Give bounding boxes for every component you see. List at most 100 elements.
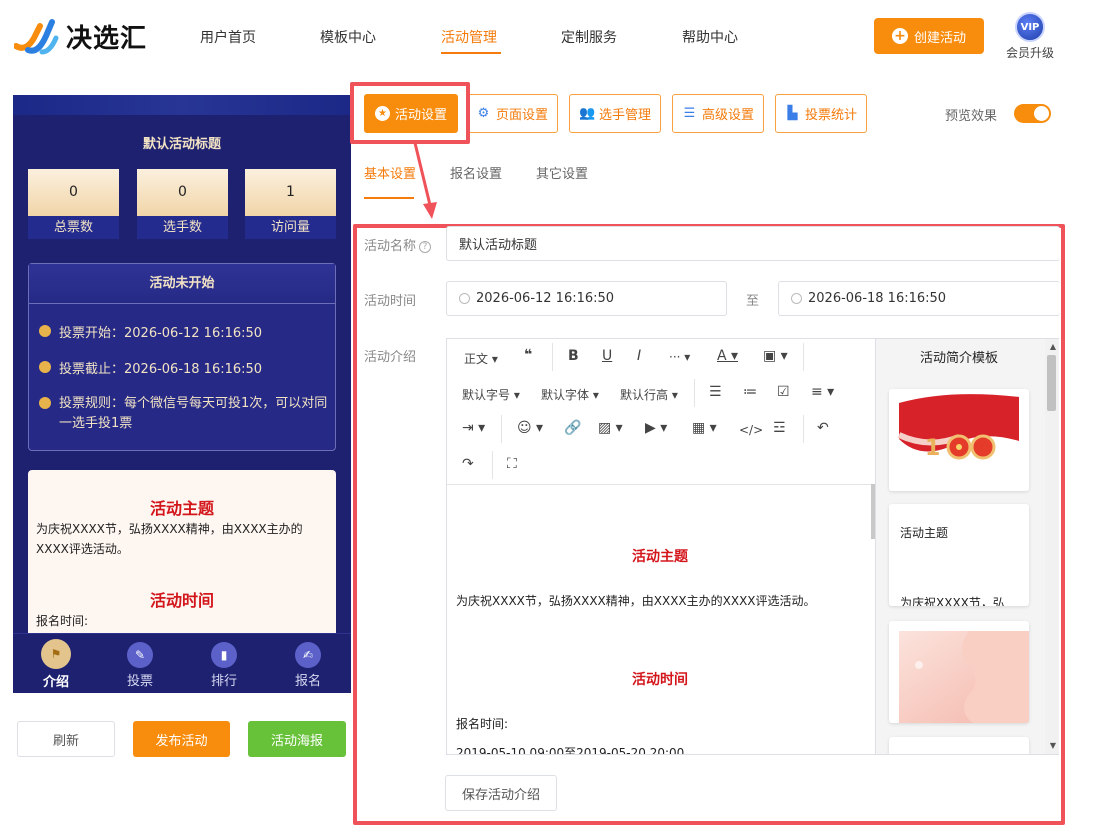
font-family-select[interactable]: 默认字体 ▾ <box>541 386 599 403</box>
tab-contestant-management[interactable]: 👥 选手管理 <box>569 94 661 133</box>
stat-visits: 1 访问量 <box>245 169 336 239</box>
scroll-up-icon[interactable]: ▲ <box>1050 342 1056 351</box>
status-title: 活动未开始 <box>29 264 335 304</box>
mobile-preview: 默认活动标题 0 总票数 0 选手数 1 访问量 活动未开始 投票开始：2026… <box>13 95 351 693</box>
publish-button[interactable]: 发布活动 <box>133 721 230 757</box>
scroll-down-icon[interactable]: ▼ <box>1050 741 1056 750</box>
font-color-icon[interactable]: A ▾ <box>717 348 738 364</box>
intro-template-panel: 活动简介模板 1 活动主题 为庆祝XXXX节，弘 ▲ ▼ <box>876 338 1059 755</box>
font-size-select[interactable]: 默认字号 ▾ <box>462 386 520 403</box>
tab-page-settings[interactable]: ⚙ 页面设置 <box>466 94 558 133</box>
plus-icon: + <box>891 28 908 44</box>
nav-custom-service[interactable]: 定制服务 <box>561 27 617 47</box>
tab-intro[interactable]: ⚑ 介绍 <box>31 639 81 690</box>
tab-vote[interactable]: ✎ 投票 <box>115 642 165 689</box>
clock-icon <box>791 293 802 304</box>
numbered-list-icon[interactable]: ≔ <box>743 384 757 400</box>
indent-icon[interactable]: ⇥ ▾ <box>462 420 485 436</box>
template-card[interactable]: 活动主题 为庆祝XXXX节，弘 <box>889 504 1029 606</box>
vip-icon[interactable]: VIP <box>1015 12 1045 42</box>
save-intro-button[interactable]: 保存活动介绍 <box>445 775 557 811</box>
tab-ranking[interactable]: ▮ 排行 <box>199 642 249 689</box>
editor-content[interactable]: 活动主题 为庆祝XXXX节，弘扬XXXX精神，由XXXX主办的XXXX评选活动。… <box>447 486 873 755</box>
nav-help-center[interactable]: 帮助中心 <box>682 27 738 47</box>
subtab-basic-settings[interactable]: 基本设置 <box>364 163 416 182</box>
time-separator: 至 <box>746 294 760 309</box>
redo-icon[interactable]: ↷ <box>462 456 474 472</box>
annotation-highlight-tab <box>350 82 470 144</box>
create-activity-button[interactable]: + 创建活动 <box>874 18 984 54</box>
scrollbar-thumb[interactable] <box>1047 355 1056 411</box>
vote-end-row: 投票截止：2026-06-18 16:16:50 <box>39 358 262 377</box>
intro-preview-card: 活动主题 为庆祝XXXX节，弘扬XXXX精神，由XXXX主办的XXXX评选活动。… <box>28 470 336 640</box>
code-icon[interactable]: </> <box>739 423 763 437</box>
template-panel-title: 活动简介模板 <box>919 351 998 366</box>
flag-icon: ⚑ <box>41 639 71 669</box>
bar-chart-icon: ▙ <box>787 106 798 121</box>
intro-heading: 活动主题 <box>149 499 214 518</box>
subtab-signup-settings[interactable]: 报名设置 <box>450 163 502 182</box>
intro-text: 为庆祝XXXX节，弘扬XXXX精神，由XXXX主办的XXXX评选活动。 <box>36 522 303 556</box>
clock-icon <box>39 325 51 337</box>
todo-checkbox-icon[interactable]: ☑ <box>777 384 790 400</box>
poster-button[interactable]: 活动海报 <box>248 721 346 757</box>
divider-icon[interactable]: ☲ <box>773 420 786 436</box>
template-card-title: 活动主题 <box>900 526 949 540</box>
users-icon: 👥 <box>578 106 596 121</box>
activity-name-label: 活动名称? <box>364 235 432 254</box>
svg-text:1: 1 <box>925 436 940 461</box>
editor-scrollbar[interactable] <box>871 484 875 539</box>
template-card[interactable] <box>889 737 1029 754</box>
editor-paragraph: 2019-05-10 09:00至2019-05-20 20:00 <box>456 746 685 755</box>
sliders-icon: ☰ <box>683 106 696 121</box>
template-scrollbar[interactable]: ▲ ▼ <box>1045 339 1059 754</box>
undo-icon[interactable]: ↶ <box>817 420 829 436</box>
brand-name: 决选汇 <box>66 24 148 54</box>
paragraph-select[interactable]: 正文 ▾ <box>464 350 498 367</box>
line-height-select[interactable]: 默认行高 ▾ <box>620 386 678 403</box>
image-icon[interactable]: ▨ ▾ <box>598 420 623 436</box>
link-icon[interactable]: 🔗 <box>564 420 581 436</box>
end-time-input[interactable]: 2026-06-18 16:16:50 <box>778 281 1060 316</box>
nav-activity-management[interactable]: 活动管理 <box>441 27 497 47</box>
template-card[interactable] <box>889 621 1029 723</box>
refresh-button[interactable]: 刷新 <box>17 721 115 757</box>
tab-advanced-settings[interactable]: ☰ 高级设置 <box>672 94 764 133</box>
video-icon[interactable]: ▶ ▾ <box>645 420 667 436</box>
gear-icon: ⚙ <box>477 106 490 121</box>
activity-status-card: 活动未开始 投票开始：2026-06-12 16:16:50 投票截止：2026… <box>28 263 336 451</box>
clock-icon <box>459 293 470 304</box>
bullet-list-icon[interactable]: ☰ <box>709 384 722 400</box>
quote-icon[interactable]: ❝ <box>524 347 532 363</box>
rich-text-editor: 正文 ▾ ❝ B U I ··· ▾ A ▾ ▣ ▾ 默认字号 ▾ 默认字体 ▾… <box>446 338 876 755</box>
more-icon[interactable]: ··· ▾ <box>669 350 690 364</box>
bold-icon[interactable]: B <box>568 348 579 364</box>
underline-icon[interactable]: U <box>602 348 612 364</box>
emoji-icon[interactable]: ☺ ▾ <box>517 420 543 436</box>
activity-time-label: 活动时间 <box>364 294 417 309</box>
help-icon[interactable]: ? <box>419 240 432 253</box>
nav-home[interactable]: 用户首页 <box>200 27 256 47</box>
signup-icon: ✍ <box>295 642 321 668</box>
template-thumbnail-image <box>899 631 1029 723</box>
editor-paragraph: 为庆祝XXXX节，弘扬XXXX精神，由XXXX主办的XXXX评选活动。 <box>456 594 816 608</box>
fullscreen-icon[interactable]: ⛶ <box>507 456 517 472</box>
tab-vote-statistics[interactable]: ▙ 投票统计 <box>775 94 867 133</box>
align-icon[interactable]: ≡ ▾ <box>811 384 834 400</box>
editor-heading: 活动主题 <box>632 549 688 565</box>
template-card[interactable]: 1 <box>889 389 1029 491</box>
activity-name-input[interactable]: 默认活动标题 <box>446 226 1060 261</box>
start-time-input[interactable]: 2026-06-12 16:16:50 <box>446 281 727 316</box>
intro-heading: 活动时间 <box>149 591 214 610</box>
italic-icon[interactable]: I <box>637 348 641 364</box>
preview-toggle[interactable] <box>1014 104 1051 123</box>
subtab-other-settings[interactable]: 其它设置 <box>536 163 588 182</box>
stat-contestants: 0 选手数 <box>137 169 228 239</box>
background-color-icon[interactable]: ▣ ▾ <box>763 348 788 364</box>
table-icon[interactable]: ▦ ▾ <box>692 420 717 436</box>
tab-signup[interactable]: ✍ 报名 <box>283 642 333 689</box>
nav-templates[interactable]: 模板中心 <box>320 27 376 47</box>
editor-paragraph: 报名时间: <box>456 717 509 731</box>
vip-upgrade-label[interactable]: 会员升级 <box>1006 44 1054 61</box>
edit-icon: ✎ <box>127 642 153 668</box>
